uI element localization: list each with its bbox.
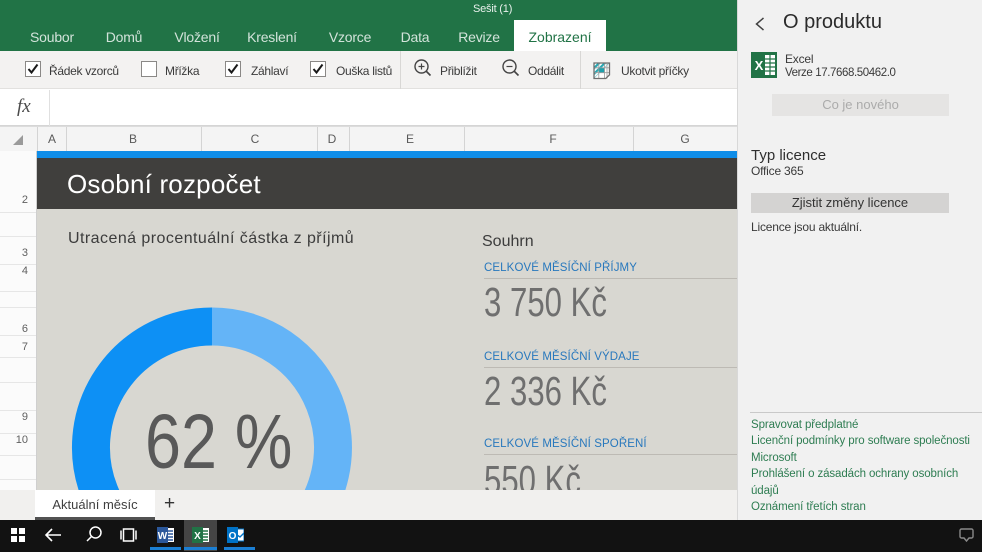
svg-text:X: X (755, 58, 764, 73)
svg-text:W: W (158, 531, 168, 542)
svg-text:X: X (194, 531, 201, 542)
svg-text:O: O (229, 531, 237, 542)
